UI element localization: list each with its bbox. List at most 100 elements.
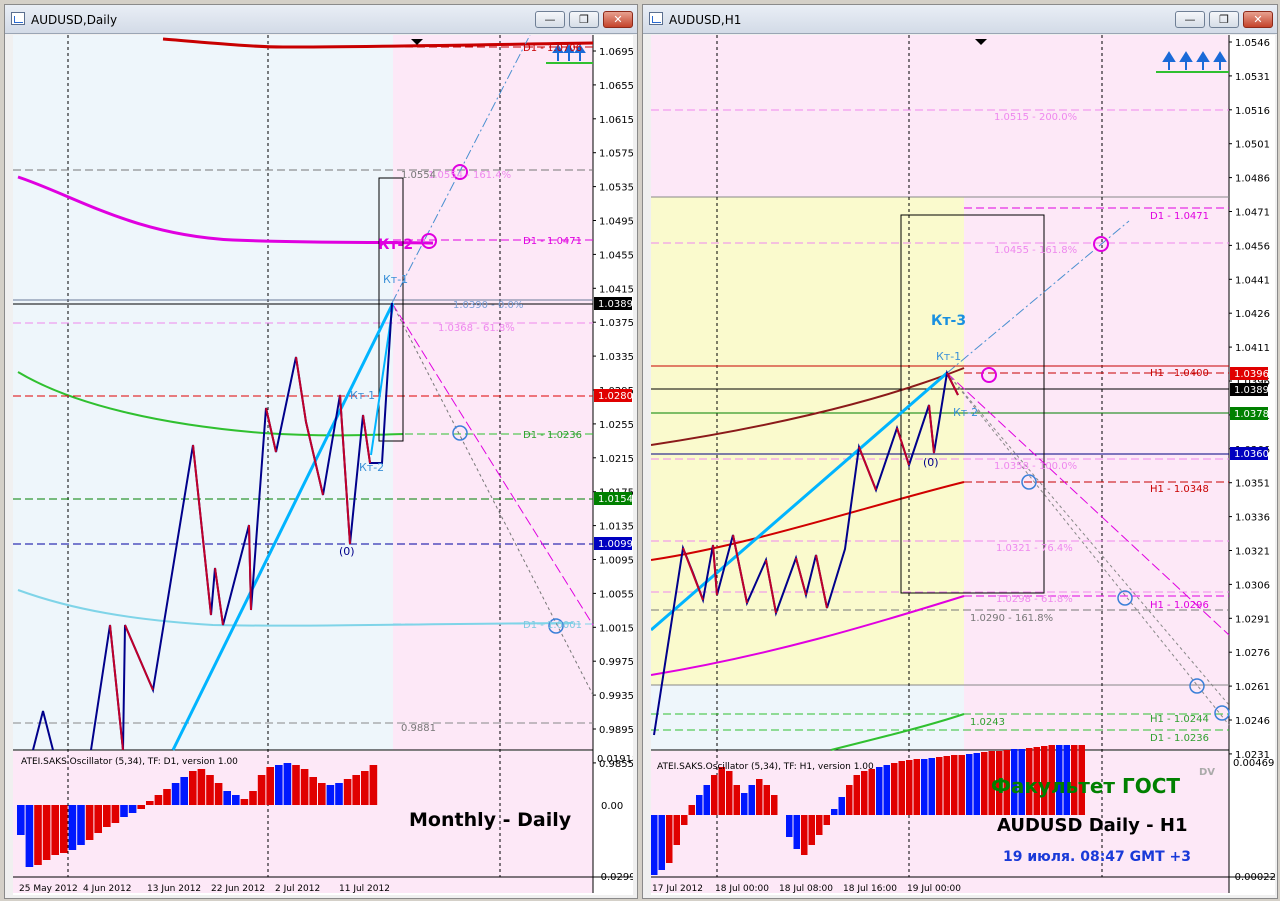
label-h1-magenta: H1 - 1.0296 — [1150, 600, 1209, 611]
right-osc-bar — [808, 815, 815, 845]
minimize-button[interactable]: — — [1175, 11, 1205, 28]
right-osc-bar — [658, 815, 665, 870]
wave-label-kt2: Кт-2 — [953, 406, 978, 419]
left-osc-bar — [17, 805, 25, 835]
right-chart-window[interactable]: AUDUSD,H1 — ❐ ✕ 1.0546 1.0531 1.0516 1.0… — [642, 4, 1278, 899]
right-osc-bar — [673, 815, 680, 845]
right-osc-bar — [748, 785, 755, 815]
label-fib-3: 1.0368 - 61.8% — [438, 323, 515, 334]
right-osc-bar — [861, 771, 868, 815]
left-osc-bar — [42, 805, 51, 860]
right-price-tick: 1.0486 — [1235, 174, 1270, 185]
right-osc-bar — [846, 785, 853, 815]
left-osc-bar — [197, 769, 206, 805]
left-price-chart[interactable]: 1.0695 1.0655 1.0615 1.0575 1.0535 1.0495 1.04… — [13, 35, 633, 895]
left-price-tick: 1.0055 — [599, 589, 633, 600]
left-osc-bar — [189, 771, 197, 805]
left-osc-bar — [111, 805, 120, 823]
date-tick-4: 22 Jun 2012 — [211, 884, 265, 894]
close-button[interactable]: ✕ — [1243, 11, 1273, 28]
date-tick-3: 18 Jul 08:00 — [779, 884, 833, 894]
right-price-chart[interactable]: 1.0546 1.0531 1.0516 1.0501 1.0486 1.0471 1.04… — [651, 35, 1275, 895]
right-osc-tick-top: 0.00469 — [1233, 758, 1274, 769]
right-osc-bar — [696, 795, 703, 815]
left-price-box-2: 1.0280 — [594, 389, 633, 402]
left-osc-bar — [369, 765, 378, 805]
left-price-tick: 1.0535 — [599, 183, 633, 194]
right-price-tick: 1.0441 — [1235, 275, 1270, 286]
svg-text:1.0360: 1.0360 — [1234, 449, 1269, 460]
label-h1-green: H1 - 1.0244 — [1150, 714, 1209, 725]
right-osc-bar — [741, 793, 748, 815]
right-osc-bar — [816, 815, 823, 835]
right-osc-bar — [973, 753, 980, 815]
right-price-tick: 1.0411 — [1235, 343, 1270, 354]
svg-text:1.0396: 1.0396 — [1234, 369, 1269, 380]
overlay-time: 19 июля. 08:47 GMT +3 — [1003, 849, 1191, 865]
right-oscillator-label: ATEI.SAKS.Oscillator (5,34), TF: H1, ver… — [657, 762, 874, 772]
wave-label-kt2-big: Кт-2 — [378, 237, 413, 253]
left-osc-bar — [206, 775, 214, 805]
right-osc-bar — [651, 815, 658, 875]
left-price-tick: 1.0615 — [599, 115, 633, 126]
left-osc-tick-zero: 0.00 — [601, 801, 623, 812]
label-fib-box: 1.0554 — [401, 170, 436, 181]
left-osc-tick-bottom: -0.02998 — [597, 872, 633, 883]
left-osc-bar — [232, 795, 240, 805]
left-price-tick: 0.9935 — [599, 691, 633, 702]
left-price-tick: 0.9895 — [599, 725, 633, 736]
right-osc-bar — [771, 795, 778, 815]
left-osc-bar — [25, 805, 34, 867]
wave-label-kt3: Кт-3 — [931, 313, 966, 329]
left-price-tick: 1.0255 — [599, 420, 633, 431]
right-price-box-1: 1.0396 — [1230, 367, 1269, 380]
chart-window-icon — [649, 12, 663, 25]
right-osc-bar — [958, 755, 965, 815]
right-price-tick: 1.0456 — [1235, 241, 1270, 252]
left-osc-bar — [240, 799, 249, 805]
right-osc-bar — [883, 765, 890, 815]
left-oscillator-label: ATEI.SAKS.Oscillator (5,34), TF: D1, ver… — [21, 757, 238, 767]
left-price-tick: 1.0095 — [599, 556, 633, 567]
restore-button[interactable]: ❐ — [569, 11, 599, 28]
left-osc-bar — [146, 801, 154, 805]
label-fib-1: 1.0554 - 161.4% — [428, 170, 511, 181]
label-d1-magenta: D1 - 1.0471 — [1150, 211, 1209, 222]
right-osc-bar — [726, 771, 733, 815]
left-osc-bar — [223, 791, 231, 805]
svg-text:1.0280: 1.0280 — [598, 391, 633, 402]
right-osc-bar — [936, 757, 943, 815]
right-price-box-3: 1.0378 — [1230, 407, 1269, 420]
right-osc-bar — [876, 767, 883, 815]
left-price-tick: 1.0135 — [599, 522, 633, 533]
left-osc-bar — [137, 805, 145, 809]
left-price-tick: 1.0495 — [599, 217, 633, 228]
right-osc-bar — [688, 805, 695, 815]
right-osc-bar — [853, 775, 860, 815]
left-price-tick: 1.0455 — [599, 250, 633, 261]
right-osc-bar — [756, 779, 763, 815]
date-tick-4: 18 Jul 16:00 — [843, 884, 897, 894]
right-osc-bar — [981, 752, 988, 815]
left-price-tick: 1.0015 — [599, 623, 633, 634]
label-d1-top: D1 - 1.0706 — [523, 43, 582, 54]
overlay-pair: AUDUSD Daily - H1 — [997, 815, 1187, 836]
left-chart-window[interactable]: AUDUSD,Daily — ❐ ✕ 1.0695 1.0655 1.0615 … — [4, 4, 638, 899]
date-tick-6: 11 Jul 2012 — [339, 884, 390, 894]
left-osc-bar — [85, 805, 94, 840]
overlay-school: Факультет ГОСТ — [991, 774, 1180, 798]
left-price-tick: 1.0215 — [599, 454, 633, 465]
left-osc-bar — [326, 785, 335, 805]
right-price-tick: 1.0336 — [1235, 513, 1270, 524]
right-price-tick: 1.0276 — [1235, 648, 1270, 659]
restore-button[interactable]: ❐ — [1209, 11, 1239, 28]
right-osc-bar — [666, 815, 673, 863]
minimize-button[interactable]: — — [535, 11, 565, 28]
right-title-bar[interactable]: AUDUSD,H1 — ❐ ✕ — [643, 5, 1277, 34]
left-title-bar[interactable]: AUDUSD,Daily — ❐ ✕ — [5, 5, 637, 34]
right-osc-bar — [951, 755, 958, 815]
left-price-box-1: 1.0389 — [594, 297, 633, 310]
close-button[interactable]: ✕ — [603, 11, 633, 28]
right-osc-bar — [793, 815, 800, 849]
right-osc-bar — [733, 785, 740, 815]
